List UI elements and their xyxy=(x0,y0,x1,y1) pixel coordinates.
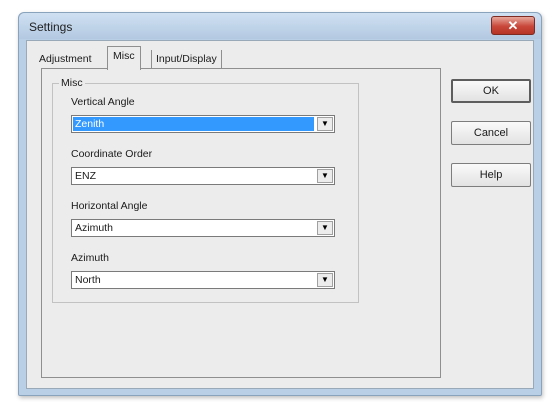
close-button[interactable]: ✕ xyxy=(491,16,535,35)
coordinate-order-value: ENZ xyxy=(75,170,96,182)
dropdown-arrow-icon[interactable]: ▼ xyxy=(317,117,333,131)
vertical-angle-value: Zenith xyxy=(75,118,105,130)
coordinate-order-label: Coordinate Order xyxy=(71,148,153,160)
groupbox-title: Misc xyxy=(59,77,85,89)
help-button[interactable]: Help xyxy=(451,163,531,187)
azimuth-label: Azimuth xyxy=(71,252,109,264)
vertical-angle-label: Vertical Angle xyxy=(71,96,135,108)
tab-misc[interactable]: Misc xyxy=(107,46,141,70)
misc-tab-panel: Misc Vertical Angle Zenith ▼ Coordinate … xyxy=(41,68,441,378)
window-title: Settings xyxy=(29,20,73,34)
misc-groupbox: Misc Vertical Angle Zenith ▼ Coordinate … xyxy=(52,77,359,303)
ok-button[interactable]: OK xyxy=(451,79,531,103)
title-bar[interactable]: Settings ✕ xyxy=(19,13,541,39)
cancel-button[interactable]: Cancel xyxy=(451,121,531,145)
horizontal-angle-value: Azimuth xyxy=(75,222,113,234)
dropdown-arrow-icon[interactable]: ▼ xyxy=(317,273,333,287)
horizontal-angle-label: Horizontal Angle xyxy=(71,200,148,212)
vertical-angle-dropdown[interactable]: Zenith ▼ xyxy=(71,115,335,133)
settings-dialog: Settings ✕ Adjustment Misc Input/Display… xyxy=(18,12,542,396)
selection-highlight xyxy=(73,117,314,131)
coordinate-order-dropdown[interactable]: ENZ ▼ xyxy=(71,167,335,185)
tab-input-display[interactable]: Input/Display xyxy=(151,50,222,68)
dropdown-arrow-icon[interactable]: ▼ xyxy=(317,169,333,183)
close-icon: ✕ xyxy=(507,18,519,33)
dialog-client-area: Adjustment Misc Input/Display Misc Verti… xyxy=(26,40,534,389)
tab-adjustment[interactable]: Adjustment xyxy=(39,50,92,68)
dropdown-arrow-icon[interactable]: ▼ xyxy=(317,221,333,235)
horizontal-angle-dropdown[interactable]: Azimuth ▼ xyxy=(71,219,335,237)
azimuth-value: North xyxy=(75,274,101,286)
azimuth-dropdown[interactable]: North ▼ xyxy=(71,271,335,289)
